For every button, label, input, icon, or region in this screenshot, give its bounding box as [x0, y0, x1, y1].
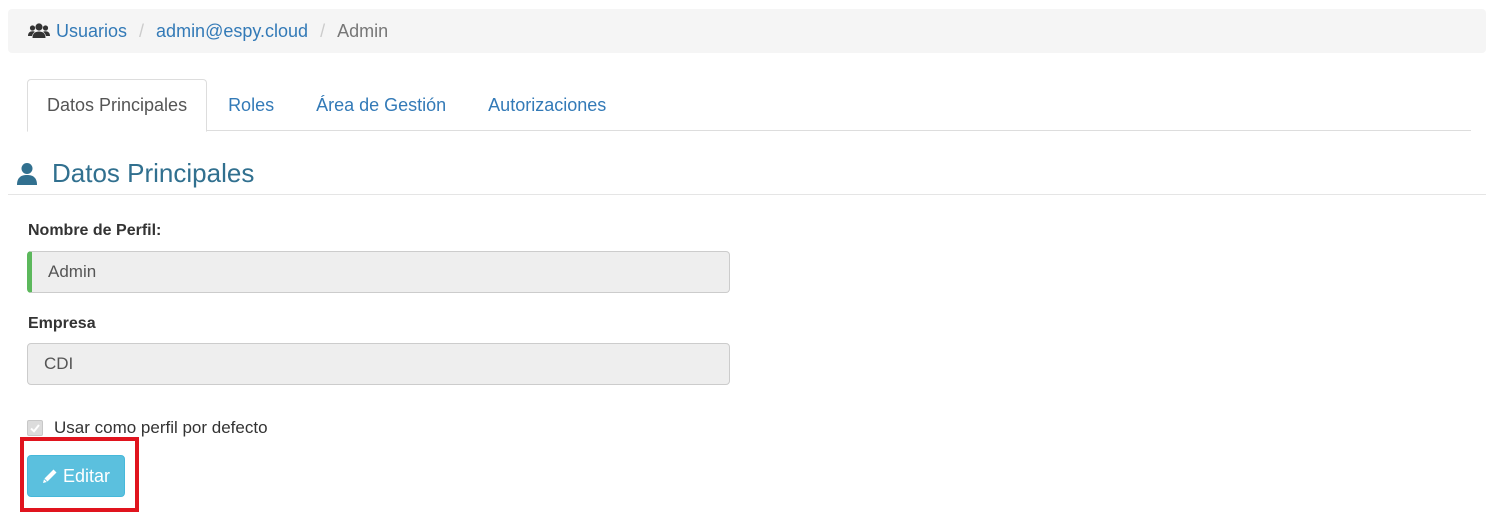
section-header: Datos Principales	[8, 153, 1486, 195]
tab-roles[interactable]: Roles	[207, 79, 295, 131]
breadcrumb: Usuarios / admin@espy.cloud / Admin	[8, 9, 1486, 53]
default-profile-checkbox[interactable]	[27, 420, 43, 436]
default-profile-option: Usar como perfil por defecto	[27, 418, 268, 438]
default-profile-label: Usar como perfil por defecto	[54, 418, 268, 437]
profile-name-label: Nombre de Perfil:	[28, 222, 162, 239]
company-field[interactable]: CDI	[27, 343, 730, 385]
checkmark-icon	[30, 424, 40, 433]
company-label: Empresa	[28, 315, 96, 332]
tab-datos-principales[interactable]: Datos Principales	[27, 79, 208, 132]
breadcrumb-link-users[interactable]: Usuarios	[56, 21, 127, 42]
edit-button[interactable]: Editar	[27, 455, 125, 497]
edit-button-label: Editar	[62, 465, 111, 486]
users-icon	[28, 22, 50, 40]
user-icon	[16, 162, 38, 186]
tab-bar: Datos Principales Roles Área de Gestión …	[27, 79, 1471, 132]
breadcrumb-separator: /	[139, 20, 145, 41]
section-title: Datos Principales	[52, 158, 255, 188]
profile-name-field[interactable]: Admin	[27, 251, 730, 293]
tab-area-de-gestion[interactable]: Área de Gestión	[295, 79, 467, 131]
tab-autorizaciones[interactable]: Autorizaciones	[467, 79, 627, 131]
breadcrumb-current: Admin	[337, 20, 389, 41]
breadcrumb-separator: /	[320, 20, 326, 41]
breadcrumb-link-user-email[interactable]: admin@espy.cloud	[156, 21, 308, 42]
pencil-icon	[42, 468, 58, 484]
